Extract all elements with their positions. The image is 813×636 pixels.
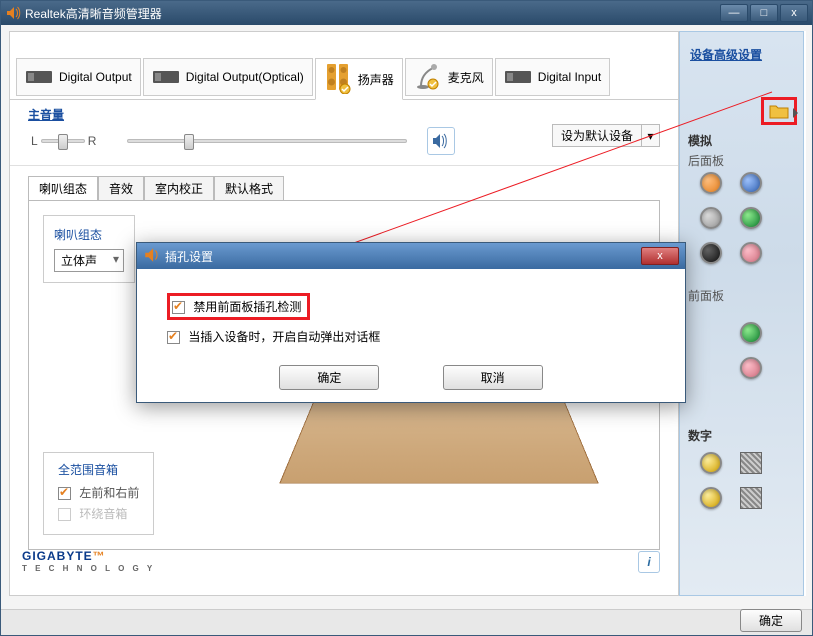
subtab-room[interactable]: 室内校正 [144,176,214,200]
checkbox-surround-row: 环绕音箱 [58,505,139,522]
titlebar: Realtek高清晰音频管理器 — □ x [1,1,812,25]
tab-label: Digital Output [59,70,132,84]
balance-l-label: L [31,134,38,148]
sub-tabs: 喇叭组态 音效 室内校正 默认格式 [28,176,678,200]
maximize-button[interactable]: □ [750,4,778,22]
connector-settings-button[interactable] [761,97,797,125]
default-device-arrow[interactable]: ▾ [642,124,660,147]
back-panel-label: 后面板 [688,152,724,169]
spdif-out-optical[interactable] [740,452,762,474]
jack-front-green[interactable] [740,322,762,344]
checkbox-surround [58,508,71,521]
speaker-config-header: 喇叭组态 [54,226,124,243]
digital-label: 数字 [688,427,712,444]
advanced-settings-link[interactable]: 设备高级设置 [690,46,762,63]
main-volume-label: 主音量 [28,106,64,123]
speaker-config-value: 立体声 [61,254,97,268]
jack-front-pink[interactable] [740,357,762,379]
balance-slider[interactable] [41,139,85,143]
chevron-down-icon [793,108,798,118]
front-panel-label: 前面板 [688,287,724,304]
tab-label: 扬声器 [358,71,394,88]
right-panel: 设备高级设置 模拟 后面板 前面板 数字 [679,31,804,596]
spdif-out-coax[interactable] [700,452,722,474]
brand-name: GIGABYTE [22,549,93,563]
speaker-config-combo[interactable]: 立体声 [54,249,124,272]
default-device-button[interactable]: 设为默认设备 [552,124,642,147]
full-range-header: 全范围音箱 [58,461,139,478]
subtab-config[interactable]: 喇叭组态 [28,176,98,200]
window-title: Realtek高清晰音频管理器 [25,5,718,22]
brand-tagline: T E C H N O L O G Y [22,564,155,573]
window-close-button[interactable]: x [780,4,808,22]
jack-back-black[interactable] [700,242,722,264]
connector-settings-dialog: 插孔设置 x 禁用前面板插孔检测 当插入设备时，开启自动弹出对话框 确定 取消 [136,242,686,403]
device-icon [152,63,180,91]
main-volume-slider[interactable] [127,139,407,143]
dialog-close-button[interactable]: x [641,247,679,265]
jack-back-pink2[interactable] [740,242,762,264]
device-icon [504,63,532,91]
dialog-title: 插孔设置 [165,248,641,265]
info-button[interactable]: i [638,551,660,573]
dialog-buttons: 确定 取消 [137,361,685,402]
option-auto-popup-row: 当插入设备时，开启自动弹出对话框 [167,328,665,345]
minimize-button[interactable]: — [720,4,748,22]
tab-label: Digital Input [538,70,601,84]
default-device-dropdown: 设为默认设备 ▾ [552,124,660,147]
jack-back-orange[interactable] [700,172,722,194]
checkbox-surround-label: 环绕音箱 [79,507,127,521]
microphone-icon [414,63,442,91]
dialog-cancel-button[interactable]: 取消 [443,365,543,390]
checkbox-auto-popup[interactable] [167,331,180,344]
main-ok-button[interactable]: 确定 [740,609,802,632]
jack-back-green[interactable] [740,207,762,229]
speaker-icon [143,246,161,267]
jack-back-blue[interactable] [740,172,762,194]
device-tabs: Digital Output Digital Output(Optical) 扬… [10,32,678,100]
option-disable-front-detect-row: 禁用前面板插孔检测 [167,293,665,320]
main-volume-area: 主音量 L R 设为默认设备 ▾ [10,100,678,166]
tab-label: 麦克风 [448,69,484,86]
balance-control: L R [28,134,99,148]
bottom-bar: 确定 [1,609,812,635]
mute-button[interactable] [427,127,455,155]
spdif-in-optical[interactable] [740,487,762,509]
tab-digital-output[interactable]: Digital Output [16,58,141,96]
full-range-box: 全范围音箱 左前和右前 环绕音箱 [43,452,154,535]
brand-logo: GIGABYTE™ T E C H N O L O G Y [22,547,155,573]
tab-digital-input[interactable]: Digital Input [495,58,610,96]
dialog-body: 禁用前面板插孔检测 当插入设备时，开启自动弹出对话框 [137,269,685,361]
option-disable-front-detect-label: 禁用前面板插孔检测 [193,300,301,314]
speakers-icon [324,65,352,93]
checkbox-front-lr-label: 左前和右前 [79,486,139,500]
dialog-titlebar: 插孔设置 x [137,243,685,269]
checkbox-front-lr[interactable] [58,487,71,500]
subtab-effect[interactable]: 音效 [98,176,144,200]
tab-microphone[interactable]: 麦克风 [405,58,493,96]
annotation-highlight: 禁用前面板插孔检测 [167,293,310,320]
spdif-in-coax[interactable] [700,487,722,509]
tab-speakers[interactable]: 扬声器 [315,58,403,100]
subtab-format[interactable]: 默认格式 [214,176,284,200]
jack-back-gray[interactable] [700,207,722,229]
option-auto-popup-label: 当插入设备时，开启自动弹出对话框 [188,330,380,344]
tab-label: Digital Output(Optical) [186,70,304,84]
dialog-ok-button[interactable]: 确定 [279,365,379,390]
speaker-config-box: 喇叭组态 立体声 [43,215,135,283]
tab-digital-output-optical[interactable]: Digital Output(Optical) [143,58,313,96]
device-icon [25,63,53,91]
speaker-icon [5,5,21,21]
checkbox-disable-front-detect[interactable] [172,301,185,314]
checkbox-front-lr-row: 左前和右前 [58,484,139,501]
analog-label: 模拟 [688,132,712,149]
balance-r-label: R [88,134,97,148]
